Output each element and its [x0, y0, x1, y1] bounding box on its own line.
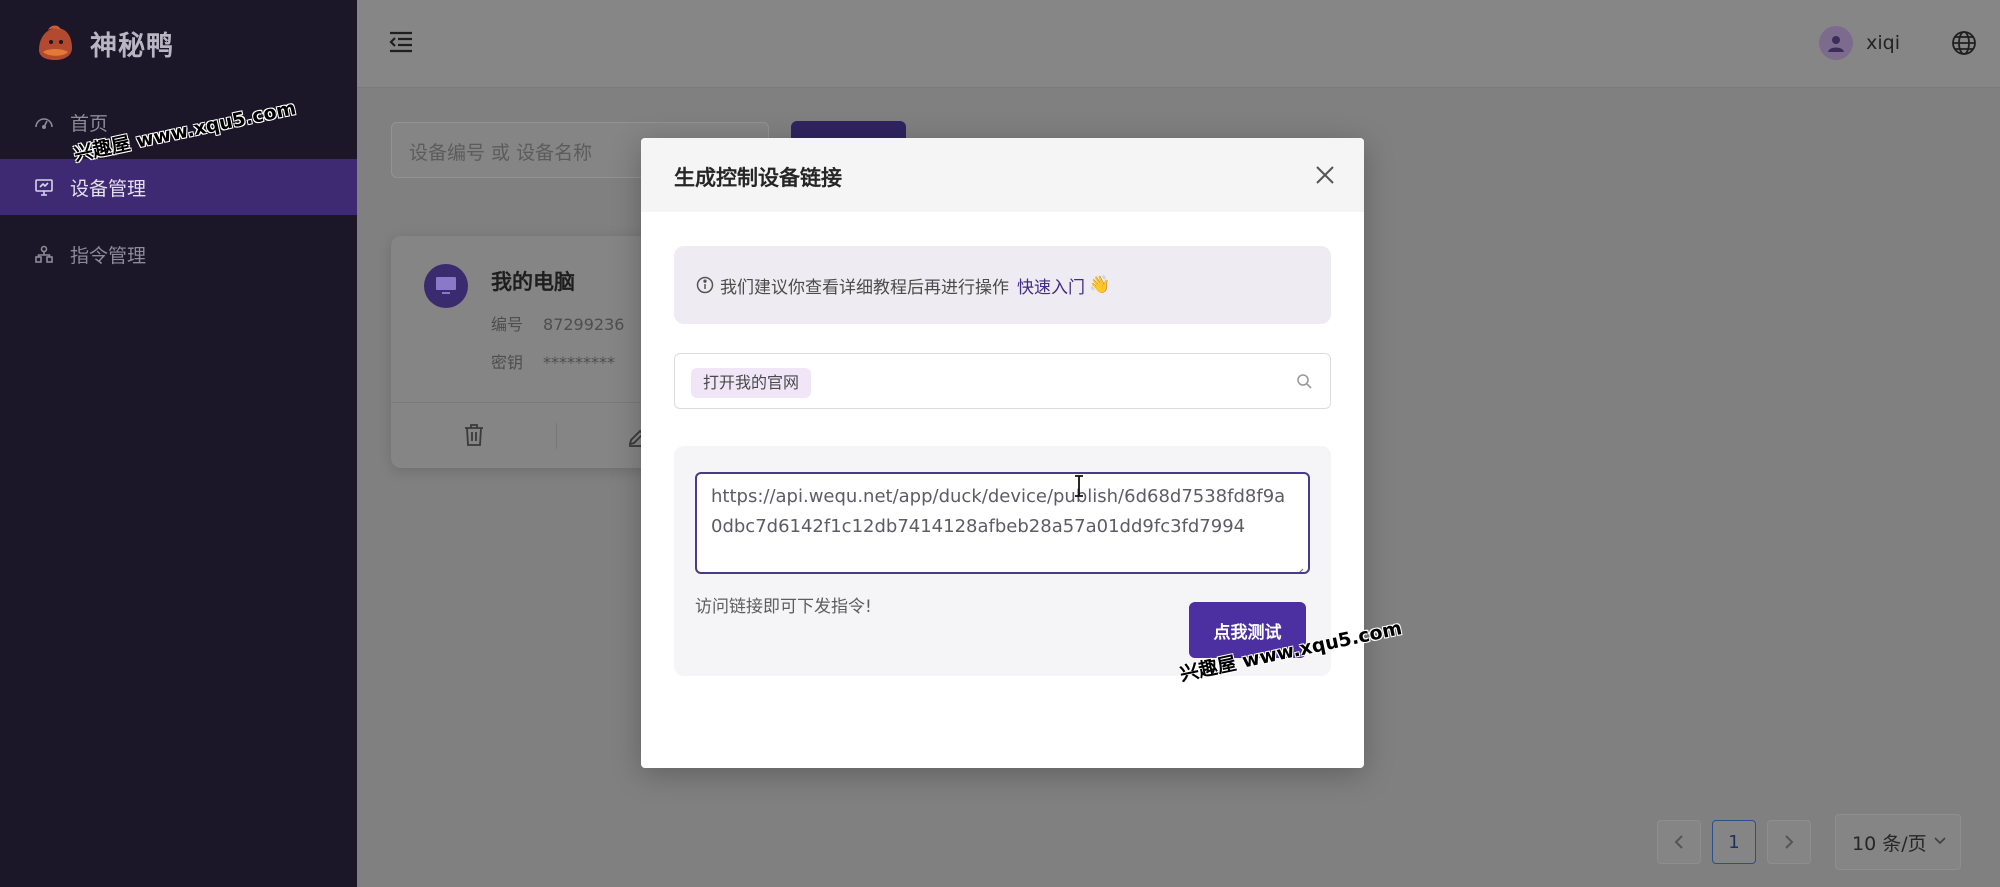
wave-emoji: 👋	[1089, 275, 1111, 295]
device-secret-label: 密钥	[491, 353, 524, 372]
close-icon[interactable]	[1312, 162, 1338, 188]
link-panel: https://api.wequ.net/app/duck/device/pub…	[674, 446, 1331, 676]
page-size-value: 10 条/页	[1852, 832, 1927, 855]
device-secret-row: 密钥 *********	[491, 349, 615, 373]
user-menu[interactable]: xiqi	[1819, 26, 1900, 60]
command-select[interactable]: 打开我的官网	[674, 353, 1331, 409]
duck-logo-icon	[34, 22, 76, 64]
device-id-label: 编号	[491, 315, 524, 334]
chevron-down-icon	[1933, 834, 1947, 850]
generate-link-modal: 生成控制设备链接 我们建议你查看详细教程后再进行操作 快速入门 👋 打开我的官网…	[641, 138, 1364, 768]
search-icon	[1296, 373, 1312, 389]
page-size-select[interactable]: 10 条/页	[1835, 814, 1961, 870]
sidebar-item-label: 首页	[70, 112, 109, 135]
info-alert: 我们建议你查看详细教程后再进行操作 快速入门 👋	[674, 246, 1331, 324]
control-url-textarea[interactable]: https://api.wequ.net/app/duck/device/pub…	[695, 472, 1310, 574]
computer-icon	[424, 264, 468, 308]
sidebar-item-devices[interactable]: 设备管理	[0, 159, 357, 215]
globe-icon[interactable]	[1950, 29, 1978, 57]
nodes-icon	[34, 244, 54, 264]
logo[interactable]: 神秘鸭	[34, 22, 174, 64]
monitor-icon	[34, 177, 54, 197]
page-button-current[interactable]: 1	[1712, 820, 1756, 864]
modal-header: 生成控制设备链接	[641, 138, 1364, 212]
hint-text: 访问链接即可下发指令!	[695, 597, 872, 617]
device-secret-value: *********	[543, 353, 616, 372]
sidebar-item-label: 设备管理	[70, 177, 147, 200]
info-icon	[696, 276, 714, 294]
next-page-button[interactable]	[1767, 820, 1811, 864]
device-id-value: 87299236	[543, 315, 625, 334]
prev-page-button[interactable]	[1657, 820, 1701, 864]
quick-start-link[interactable]: 快速入门	[1017, 273, 1085, 298]
username: xiqi	[1866, 32, 1900, 54]
text-cursor-icon	[1073, 475, 1085, 497]
dashboard-icon	[34, 112, 54, 132]
device-id-row: 编号 87299236	[491, 311, 624, 335]
modal-title: 生成控制设备链接	[674, 166, 842, 190]
sidebar-item-label: 指令管理	[70, 244, 147, 267]
device-name: 我的电脑	[491, 270, 575, 294]
resize-handle-icon[interactable]	[1294, 558, 1304, 572]
collapse-menu-icon[interactable]	[387, 28, 415, 56]
top-header: xiqi	[357, 0, 2000, 88]
avatar	[1819, 26, 1854, 60]
sidebar-item-commands[interactable]: 指令管理	[0, 226, 357, 282]
selected-command-tag[interactable]: 打开我的官网	[691, 368, 812, 398]
trash-icon[interactable]	[463, 423, 485, 447]
app-name: 神秘鸭	[90, 30, 174, 62]
control-url-text: https://api.wequ.net/app/duck/device/pub…	[711, 486, 1286, 537]
tip-text: 我们建议你查看详细教程后再进行操作	[720, 277, 1009, 298]
action-divider	[556, 423, 557, 449]
